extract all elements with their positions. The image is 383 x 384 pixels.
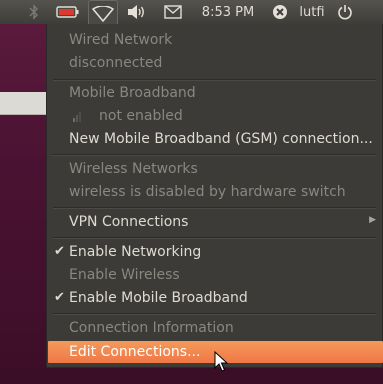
wireless-networks-header: Wireless Networks	[69, 161, 198, 177]
wireless-status: wireless is disabled by hardware switch	[69, 184, 346, 200]
mobile-broadband-status: not enabled	[99, 108, 183, 124]
connection-information-item: Connection Information	[69, 320, 234, 336]
enable-wireless-item: Enable Wireless	[69, 267, 180, 283]
mail-icon[interactable]	[162, 0, 184, 24]
separator	[53, 313, 376, 315]
top-panel: 8:53 PM lutfi	[0, 0, 383, 26]
separator	[53, 237, 376, 239]
network-icon[interactable]	[88, 0, 118, 26]
battery-icon[interactable]	[55, 0, 81, 24]
wired-network-header: Wired Network	[69, 32, 173, 48]
separator	[53, 207, 376, 209]
user-status-icon[interactable]	[270, 0, 290, 24]
clock[interactable]: 8:53 PM	[198, 0, 258, 24]
power-icon[interactable]	[334, 0, 356, 24]
username[interactable]: lutfi	[292, 0, 332, 24]
submenu-arrow-icon: ▶	[369, 215, 376, 225]
desktop-background	[0, 24, 47, 384]
desktop-bottom	[0, 368, 383, 384]
checkmark-icon: ✔	[54, 290, 65, 305]
enable-mobile-broadband-item[interactable]: Enable Mobile Broadband	[69, 287, 248, 309]
wired-network-status: disconnected	[69, 55, 163, 71]
mobile-broadband-header: Mobile Broadband	[69, 85, 196, 101]
separator	[53, 79, 376, 81]
checkmark-icon: ✔	[54, 244, 65, 259]
mouse-pointer-icon	[214, 351, 228, 372]
background-window-edge	[0, 92, 47, 115]
network-menu: Wired Network disconnected Mobile Broadb…	[46, 24, 383, 368]
vpn-connections-item[interactable]: VPN Connections	[69, 211, 188, 233]
enable-networking-item[interactable]: Enable Networking	[69, 241, 201, 263]
edit-connections-label: Edit Connections...	[69, 344, 201, 360]
bluetooth-icon[interactable]	[26, 0, 42, 24]
new-mobile-broadband-item[interactable]: New Mobile Broadband (GSM) connection...	[69, 128, 373, 150]
signal-strength-icon	[73, 112, 81, 122]
volume-icon[interactable]	[126, 0, 148, 24]
separator	[53, 154, 376, 156]
